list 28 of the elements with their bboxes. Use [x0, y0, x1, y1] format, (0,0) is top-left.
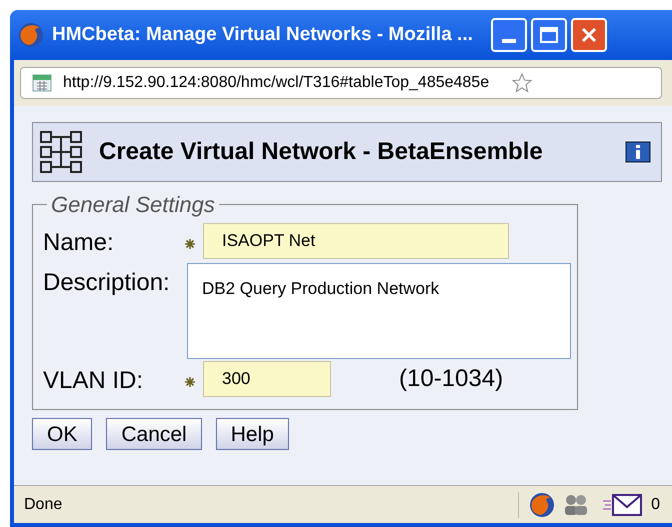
dialog-button[interactable]: OK: [32, 418, 92, 450]
range-hint: (10-1034): [399, 364, 504, 394]
address-field[interactable]: http://9.152.90.124:8080/hmc/wcl/T316#tableTop_485e485e: [20, 67, 662, 99]
group-legend: General Settings: [47, 188, 219, 221]
star-icon[interactable]: [511, 72, 534, 94]
minimize-icon: [502, 39, 516, 43]
text-field[interactable]: 300: [203, 361, 331, 397]
network-icon: [39, 130, 85, 174]
field-label: Name:: [43, 228, 115, 258]
close-button[interactable]: [570, 18, 607, 52]
text-field[interactable]: ISAOPT Net: [203, 223, 509, 259]
dialog-title: Create Virtual Network - BetaEnsemble: [99, 137, 544, 167]
mail-count: 0: [651, 494, 660, 514]
maximize-icon: [540, 27, 558, 43]
dialog-button[interactable]: Help: [216, 418, 289, 450]
maximize-button[interactable]: [530, 18, 567, 52]
info-icon[interactable]: [625, 141, 651, 163]
minimize-button[interactable]: [490, 18, 527, 52]
close-icon: [580, 27, 597, 43]
people-icon: [563, 492, 590, 516]
dialog-button[interactable]: Cancel: [106, 418, 202, 450]
url-text: http://9.152.90.124:8080/hmc/wcl/T316#tableTop_485e485e: [63, 73, 490, 93]
field-label: Description:: [43, 268, 171, 298]
status-text: Done: [24, 494, 64, 514]
field-label: VLAN ID:: [43, 366, 144, 396]
window-title: HMCbeta: Manage Virtual Networks - Mozilla ...: [52, 22, 473, 47]
mail-icon[interactable]: [603, 492, 644, 516]
description-field[interactable]: DB2 Query Production Network: [187, 263, 571, 359]
